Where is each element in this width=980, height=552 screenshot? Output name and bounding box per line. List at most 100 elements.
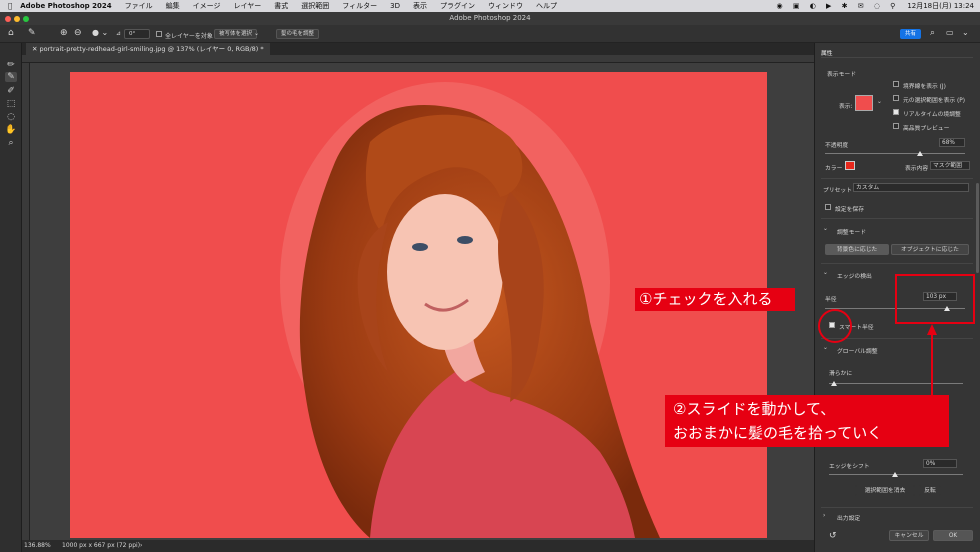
- output-chevron-icon[interactable]: ›: [823, 513, 825, 519]
- share-button[interactable]: 共有: [900, 29, 922, 39]
- invert-button[interactable]: 反転: [919, 485, 941, 496]
- realtime-label: リアルタイムの境調整: [903, 112, 961, 118]
- edge-detect-chevron-icon[interactable]: ⌄: [823, 270, 828, 276]
- refine-hair-button[interactable]: 髪の毛を調整: [276, 29, 320, 39]
- hand-icon[interactable]: ✋: [5, 125, 17, 135]
- zoom-level[interactable]: 136.88%: [24, 540, 51, 552]
- annotation-arrow-head: [927, 324, 937, 335]
- top-ruler: [22, 55, 814, 63]
- global-chevron-icon[interactable]: ⌄: [823, 345, 828, 351]
- workspace-icon[interactable]: ▭: [946, 28, 954, 37]
- color-label: カラー: [825, 166, 843, 172]
- status-icons[interactable]: ◉ ▣ ◐ ▶ ✱ ✉ ◌ ⚲: [777, 2, 900, 10]
- opacity-slider[interactable]: [825, 153, 965, 154]
- shift-edge-slider-knob[interactable]: [892, 472, 898, 477]
- menu-edit[interactable]: 編集: [166, 1, 180, 11]
- show-edge-checkbox[interactable]: [893, 81, 899, 87]
- add-to-selection-icon[interactable]: ⊕: [60, 28, 68, 38]
- document-tab[interactable]: ✕ portrait-pretty-redhead-girl-smiling.j…: [26, 43, 270, 55]
- document-size: 1000 px x 667 px (72 ppi): [62, 542, 141, 549]
- quick-selection-tool-icon[interactable]: ✎: [28, 28, 36, 38]
- smooth-slider[interactable]: [829, 383, 963, 384]
- window-title: Adobe Photoshop 2024: [449, 14, 531, 22]
- search-icon[interactable]: ⌕: [930, 28, 935, 38]
- object-selection-icon[interactable]: ⬚: [5, 99, 17, 109]
- view-thumbnail[interactable]: [855, 95, 873, 111]
- view-mode-heading: 表示モード: [827, 72, 856, 78]
- document-tab-bar: ✕ portrait-pretty-redhead-girl-smiling.j…: [22, 43, 814, 55]
- smooth-label: 滑らかに: [829, 371, 853, 377]
- angle-field[interactable]: 0°: [124, 29, 150, 39]
- menu-view[interactable]: 表示: [413, 1, 427, 11]
- close-window-button[interactable]: [5, 16, 11, 22]
- annotation-arrow-line: [931, 335, 933, 395]
- menubar-clock[interactable]: 12月18日(月) 13:24: [907, 1, 974, 11]
- show-original-label: 元の選択範囲を表示 (P): [903, 98, 966, 104]
- home-icon[interactable]: ⌂: [8, 28, 14, 38]
- show-edge-label: 境界線を表示 (J): [903, 84, 946, 90]
- hq-preview-checkbox[interactable]: [893, 123, 899, 129]
- brush-icon[interactable]: ✏: [5, 60, 17, 70]
- lasso-icon[interactable]: ◌: [5, 112, 17, 122]
- global-heading: グローバル調整: [837, 349, 878, 355]
- menu-app-name[interactable]: Adobe Photoshop 2024: [20, 2, 111, 10]
- color-swatch[interactable]: [845, 161, 855, 170]
- paint-brush-icon[interactable]: ✐: [5, 86, 17, 96]
- opacity-slider-knob[interactable]: [917, 151, 924, 156]
- zoom-icon[interactable]: ⌕: [5, 138, 17, 148]
- opacity-label: 不透明度: [825, 143, 849, 149]
- annotation-radius-box: [895, 274, 975, 324]
- sample-all-layers-checkbox[interactable]: [156, 31, 162, 37]
- brush-size-icon[interactable]: ● ⌄: [92, 28, 108, 37]
- menu-help[interactable]: ヘルプ: [536, 1, 557, 11]
- menu-select[interactable]: 選択範囲: [301, 1, 329, 11]
- view-dropdown-icon[interactable]: ⌄: [877, 99, 882, 105]
- preset-dropdown[interactable]: カスタム: [853, 183, 969, 192]
- menu-window[interactable]: ウィンドウ: [488, 1, 523, 11]
- apple-icon[interactable]: : [8, 2, 12, 10]
- subtract-selection-icon[interactable]: ⊖: [74, 28, 82, 38]
- menu-filter[interactable]: フィルター: [342, 1, 377, 11]
- panel-title: 属性: [821, 51, 833, 57]
- status-bar: 136.88% 1000 px x 667 px (72 ppi) ›: [22, 540, 814, 552]
- mode-color-button[interactable]: 背景色に応じた: [825, 244, 889, 255]
- left-ruler: [22, 63, 30, 540]
- sample-all-layers-label: 全レイヤーを対象: [165, 33, 213, 40]
- reset-icon[interactable]: ↺: [829, 531, 837, 541]
- menu-layer[interactable]: レイヤー: [233, 1, 261, 11]
- show-original-checkbox[interactable]: [893, 95, 899, 101]
- annotation-step2-line1: ②スライドを動かして、: [673, 400, 836, 418]
- realtime-checkbox[interactable]: [893, 109, 899, 115]
- opacity-field[interactable]: 68%: [939, 138, 965, 147]
- panel-scrollbar[interactable]: [976, 183, 979, 273]
- output-heading: 出力設定: [837, 516, 861, 522]
- cancel-button[interactable]: キャンセル: [889, 530, 929, 541]
- smooth-slider-knob[interactable]: [831, 381, 837, 386]
- close-tab-icon[interactable]: ✕: [32, 45, 40, 53]
- select-subject-button[interactable]: 被写体を選択: [214, 29, 258, 39]
- adjust-mode-chevron-icon[interactable]: ⌄: [823, 226, 828, 232]
- tools-panel: ✏ ✎ ✐ ⬚ ◌ ✋ ⌕: [0, 43, 22, 552]
- zoom-window-button[interactable]: [23, 16, 29, 22]
- collapse-icon[interactable]: ⌄: [962, 28, 969, 37]
- show-dropdown[interactable]: マスク範囲: [930, 161, 970, 170]
- minimize-window-button[interactable]: [14, 16, 20, 22]
- mode-object-button[interactable]: オブジェクトに応じた: [891, 244, 969, 255]
- ok-button[interactable]: OK: [933, 530, 973, 541]
- menu-image[interactable]: イメージ: [193, 1, 221, 11]
- macos-menubar:  Adobe Photoshop 2024 ファイル 編集 イメージ レイヤー…: [0, 0, 980, 12]
- select-subject-dropdown-icon[interactable]: ⌄: [254, 30, 259, 37]
- remember-checkbox[interactable]: [825, 204, 831, 210]
- status-menu-icon[interactable]: ›: [140, 540, 142, 552]
- menu-file[interactable]: ファイル: [125, 1, 153, 11]
- clear-selection-button[interactable]: 選択範囲を消去: [855, 485, 915, 496]
- shift-edge-field[interactable]: 0%: [923, 459, 957, 468]
- menu-3d[interactable]: 3D: [390, 2, 400, 10]
- menu-type[interactable]: 書式: [274, 1, 288, 11]
- refine-edge-brush-icon[interactable]: ✎: [5, 72, 17, 82]
- preset-label: プリセット: [823, 188, 852, 194]
- annotation-circle: [818, 309, 852, 343]
- annotation-step1: ①チェックを入れる: [635, 288, 795, 311]
- menu-plugins[interactable]: プラグイン: [440, 1, 475, 11]
- show-label: 表示内容: [905, 166, 929, 172]
